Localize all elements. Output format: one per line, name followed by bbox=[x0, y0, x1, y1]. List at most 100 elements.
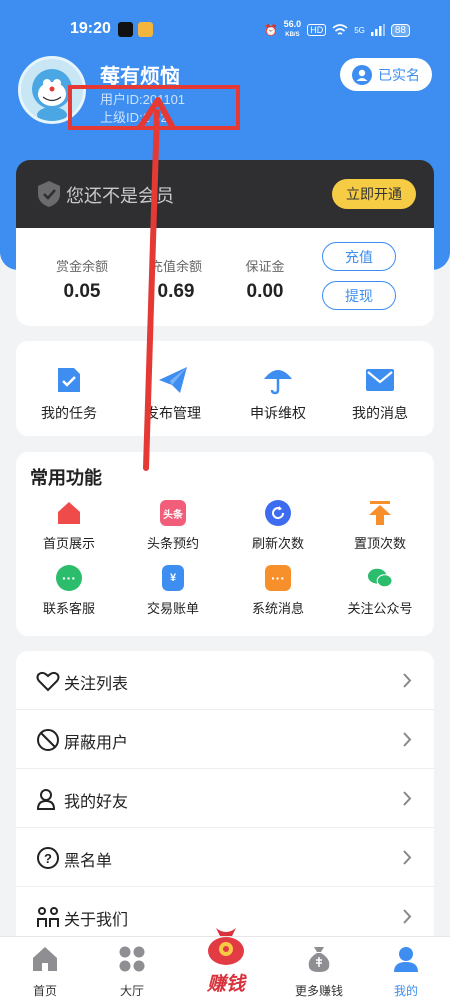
menu-label: 我的好友 bbox=[64, 794, 129, 811]
mail-icon bbox=[364, 365, 396, 395]
balance-value: 0.00 bbox=[246, 281, 284, 302]
verified-button[interactable]: 已实名 bbox=[340, 58, 432, 91]
balance-label: 赏金余额 bbox=[55, 259, 108, 274]
blocked-users-row[interactable]: 屏蔽用户 bbox=[16, 710, 434, 769]
transaction-bill-button[interactable]: ¥ 交易账单 bbox=[123, 565, 223, 617]
umbrella-icon bbox=[262, 365, 294, 395]
menu-label: 关注列表 bbox=[64, 676, 129, 693]
membership-status: 您还不是会员 bbox=[66, 186, 174, 206]
function-label: 联系客服 bbox=[42, 601, 95, 616]
status-bar: 19:20 ⏰ 56.0 KB/S HD 5G 88 bbox=[0, 18, 450, 44]
tiktok-icon bbox=[118, 22, 133, 37]
homepage-display-button[interactable]: 首页展示 bbox=[19, 500, 119, 552]
tab-hall[interactable]: 大厅 bbox=[87, 945, 177, 999]
battery-indicator: 88 bbox=[390, 23, 410, 37]
question-icon: ? bbox=[37, 847, 59, 869]
deposit-balance: 保证金 0.00 bbox=[220, 256, 310, 303]
recharge-button[interactable]: 充值 bbox=[322, 242, 396, 271]
hd-badge: HD bbox=[307, 24, 327, 36]
open-membership-button[interactable]: 立即开通 bbox=[332, 179, 416, 209]
signal-icon bbox=[370, 24, 385, 36]
refresh-count-button[interactable]: 刷新次数 bbox=[228, 500, 328, 552]
toutiao-booking-button[interactable]: 头条 头条预约 bbox=[123, 500, 223, 552]
common-functions-card: 常用功能 首页展示 头条 头条预约 刷新次数 置顶次数 ··· 联系客服 ¥ 交… bbox=[16, 452, 434, 636]
publish-management-button[interactable]: 发布管理 bbox=[123, 365, 223, 423]
verified-label: 已实名 bbox=[378, 66, 420, 83]
user-verified-icon bbox=[352, 64, 372, 85]
net-speed: 56.0 KB/S bbox=[283, 19, 302, 39]
balance-value: 0.69 bbox=[157, 281, 195, 302]
svg-text:?: ? bbox=[44, 851, 52, 866]
system-message-button[interactable]: ··· 系统消息 bbox=[228, 565, 328, 617]
friends-icon bbox=[36, 789, 56, 810]
blacklist-row[interactable]: ? 黑名单 bbox=[16, 828, 434, 887]
quick-actions-card: 我的任务 发布管理 申诉维权 我的消息 bbox=[16, 341, 434, 436]
chevron-right-icon bbox=[403, 850, 412, 865]
heart-icon bbox=[36, 671, 60, 692]
paper-plane-icon bbox=[157, 365, 189, 395]
my-messages-button[interactable]: 我的消息 bbox=[330, 365, 430, 423]
section-title: 常用功能 bbox=[30, 468, 102, 488]
menu-list: 关注列表 屏蔽用户 我的好友 ? 黑名单 关于我们 bbox=[16, 651, 434, 936]
home-tab-icon bbox=[33, 947, 57, 971]
tab-more-earnings[interactable]: 更多赚钱 bbox=[274, 945, 364, 999]
menu-label: 关于我们 bbox=[64, 912, 129, 929]
chevron-right-icon bbox=[403, 732, 412, 747]
member-badge-icon bbox=[38, 181, 60, 207]
tab-label: 更多赚钱 bbox=[294, 984, 343, 998]
chevron-right-icon bbox=[403, 673, 412, 688]
recharge-balance: 充值余额 0.69 bbox=[131, 256, 221, 303]
function-label: 首页展示 bbox=[42, 536, 95, 551]
balance-value: 0.05 bbox=[63, 281, 101, 302]
money-bag-icon bbox=[308, 947, 330, 972]
menu-label: 屏蔽用户 bbox=[64, 735, 129, 752]
follow-list-row[interactable]: 关注列表 bbox=[16, 651, 434, 710]
earn-money-label: 赚钱 bbox=[206, 974, 245, 995]
toutiao-icon: 头条 bbox=[160, 500, 186, 526]
alarm-icon: ⏰ bbox=[263, 24, 278, 37]
block-icon bbox=[37, 729, 59, 751]
bounty-balance: 赏金余额 0.05 bbox=[37, 256, 127, 303]
message-icon: ··· bbox=[265, 565, 291, 591]
function-label: 置顶次数 bbox=[353, 536, 406, 551]
signal-label: 5G bbox=[354, 25, 365, 35]
wechat-icon bbox=[367, 565, 393, 591]
function-label: 刷新次数 bbox=[251, 536, 304, 551]
pin-top-count-button[interactable]: 置顶次数 bbox=[330, 500, 430, 552]
function-label: 头条预约 bbox=[146, 536, 199, 551]
appeal-button[interactable]: 申诉维权 bbox=[228, 365, 328, 423]
task-icon bbox=[53, 365, 85, 395]
lucky-bag-icon bbox=[208, 928, 244, 965]
status-indicators: ⏰ 56.0 KB/S HD 5G 88 bbox=[264, 20, 410, 40]
balance-card: 赏金余额 0.05 充值余额 0.69 保证金 0.00 充值 提现 bbox=[16, 228, 434, 326]
wifi-icon bbox=[332, 24, 348, 35]
function-label: 系统消息 bbox=[251, 601, 304, 616]
tab-earn-money[interactable]: 赚钱 bbox=[198, 924, 254, 996]
about-icon bbox=[37, 907, 59, 927]
chevron-right-icon bbox=[403, 791, 412, 806]
my-friends-row[interactable]: 我的好友 bbox=[16, 769, 434, 828]
bill-icon: ¥ bbox=[162, 565, 184, 591]
grid-icon bbox=[119, 946, 145, 972]
quick-action-label: 发布管理 bbox=[145, 405, 201, 421]
annotation-highlight-box bbox=[68, 85, 240, 130]
balance-label: 充值余额 bbox=[149, 259, 202, 274]
quick-action-label: 申诉维权 bbox=[250, 405, 306, 421]
pin-top-icon bbox=[367, 500, 393, 526]
quick-action-label: 我的任务 bbox=[41, 405, 97, 421]
status-time: 19:20 bbox=[70, 20, 111, 37]
my-tasks-button[interactable]: 我的任务 bbox=[19, 365, 119, 423]
membership-card: 您还不是会员 立即开通 bbox=[16, 160, 434, 230]
tab-label: 首页 bbox=[32, 984, 57, 998]
person-icon bbox=[394, 947, 418, 972]
tab-home[interactable]: 首页 bbox=[0, 945, 90, 999]
tab-mine[interactable]: 我的 bbox=[361, 945, 450, 999]
withdraw-button[interactable]: 提现 bbox=[322, 281, 396, 310]
follow-official-account-button[interactable]: 关注公众号 bbox=[330, 565, 430, 617]
chat-icon: ··· bbox=[56, 565, 82, 591]
tab-label: 大厅 bbox=[119, 984, 144, 998]
weibo-icon bbox=[138, 22, 153, 37]
customer-service-button[interactable]: ··· 联系客服 bbox=[19, 565, 119, 617]
quick-action-label: 我的消息 bbox=[352, 405, 408, 421]
home-icon bbox=[56, 500, 82, 526]
